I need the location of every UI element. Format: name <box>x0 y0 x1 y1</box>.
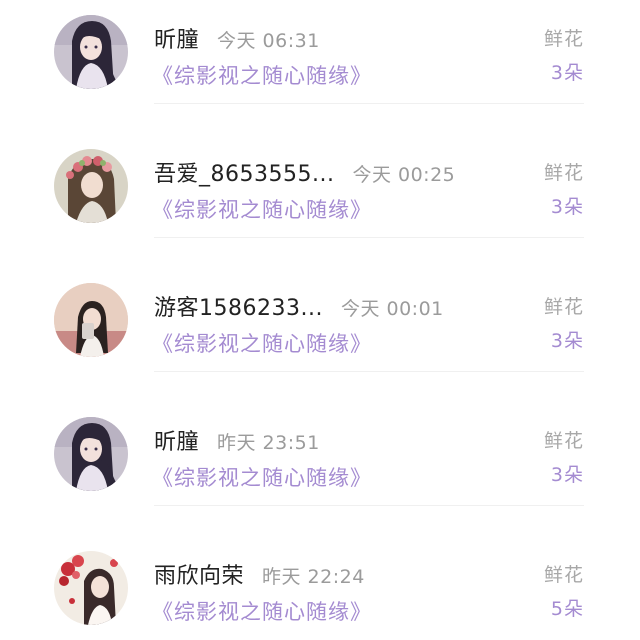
list-item[interactable]: 雨欣向荣 昨天 22:24 《综影视之随心随缘》 鲜花 5朵 <box>0 506 640 640</box>
gift-type-label: 鲜花 <box>543 162 584 184</box>
gift-count: 5朵 <box>550 598 584 620</box>
user-name[interactable]: 吾爱_8653555... <box>154 156 334 188</box>
timestamp: 昨天 23:51 <box>217 432 320 454</box>
girl-flower-crown-avatar <box>54 149 128 223</box>
name-line: 雨欣向荣 昨天 22:24 <box>154 558 365 590</box>
anime-girl-dark-hair-avatar <box>54 417 128 491</box>
user-name[interactable]: 游客1586233... <box>154 290 323 322</box>
book-title[interactable]: 《综影视之随心随缘》 <box>152 194 372 224</box>
gift-count: 3朵 <box>550 196 584 218</box>
gift-count: 3朵 <box>550 62 584 84</box>
list-item[interactable]: 昕朣 昨天 23:51 《综影视之随心随缘》 鲜花 3朵 <box>0 372 640 506</box>
name-line: 昕朣 昨天 23:51 <box>154 424 320 456</box>
list-item[interactable]: 昕朣 今天 06:31 《综影视之随心随缘》 鲜花 3朵 <box>0 0 640 104</box>
user-name[interactable]: 昕朣 <box>154 424 199 456</box>
list-item[interactable]: 游客1586233... 今天 00:01 《综影视之随心随缘》 鲜花 3朵 <box>0 238 640 372</box>
anime-girl-dark-hair-avatar <box>54 15 128 89</box>
gift-type-label: 鲜花 <box>543 28 584 50</box>
user-name[interactable]: 雨欣向荣 <box>154 558 244 590</box>
girl-photo-avatar <box>54 283 128 357</box>
book-title[interactable]: 《综影视之随心随缘》 <box>152 596 372 626</box>
girl-red-flowers-avatar <box>54 551 128 625</box>
avatar[interactable] <box>54 283 128 357</box>
avatar[interactable] <box>54 551 128 625</box>
name-line: 昕朣 今天 06:31 <box>154 22 320 54</box>
name-line: 吾爱_8653555... 今天 00:25 <box>154 156 455 188</box>
gift-record-list: 昕朣 今天 06:31 《综影视之随心随缘》 鲜花 3朵 吾爱_8653555.… <box>0 0 640 640</box>
timestamp: 今天 06:31 <box>217 30 320 52</box>
gift-type-label: 鲜花 <box>543 564 584 586</box>
gift-count: 3朵 <box>550 464 584 486</box>
timestamp: 今天 00:25 <box>352 164 456 186</box>
book-title[interactable]: 《综影视之随心随缘》 <box>152 328 372 358</box>
timestamp: 昨天 22:24 <box>262 566 365 588</box>
book-title[interactable]: 《综影视之随心随缘》 <box>152 60 372 90</box>
avatar[interactable] <box>54 149 128 223</box>
user-name[interactable]: 昕朣 <box>154 22 199 54</box>
name-line: 游客1586233... 今天 00:01 <box>154 290 444 322</box>
avatar[interactable] <box>54 15 128 89</box>
list-item[interactable]: 吾爱_8653555... 今天 00:25 《综影视之随心随缘》 鲜花 3朵 <box>0 104 640 238</box>
gift-count: 3朵 <box>550 330 584 352</box>
book-title[interactable]: 《综影视之随心随缘》 <box>152 462 372 492</box>
timestamp: 今天 00:01 <box>340 298 444 320</box>
gift-type-label: 鲜花 <box>543 430 584 452</box>
gift-type-label: 鲜花 <box>543 296 584 318</box>
avatar[interactable] <box>54 417 128 491</box>
